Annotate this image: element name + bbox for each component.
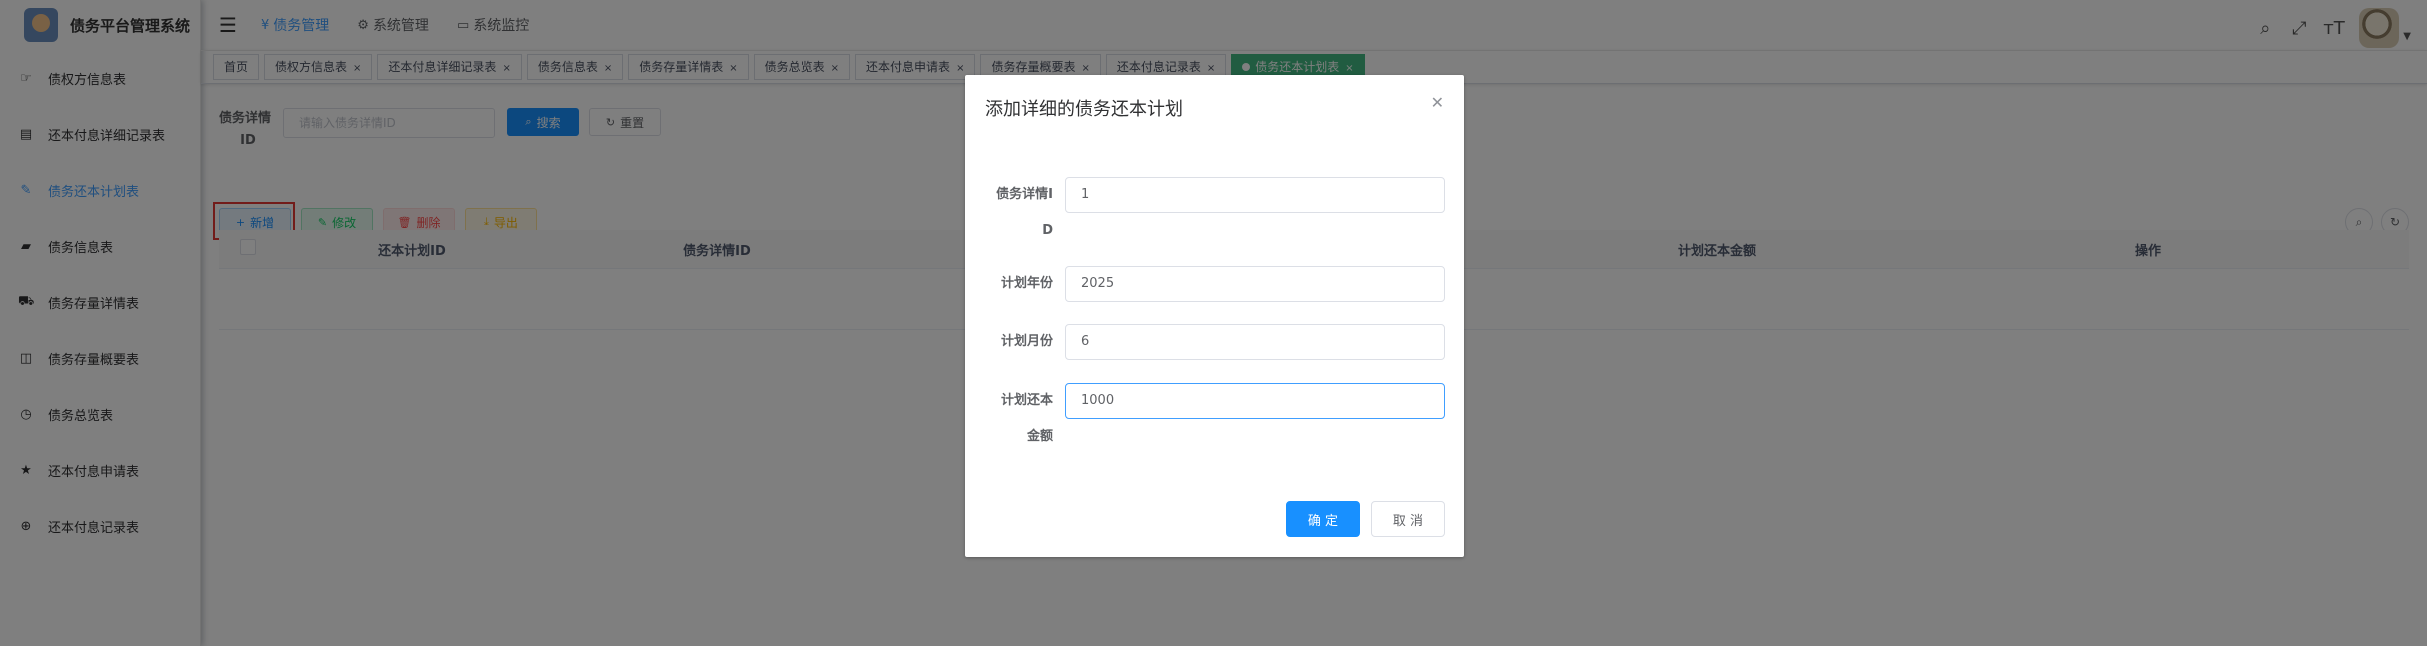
- form-row: 债务详情I D 1: [965, 177, 1445, 249]
- add-plan-dialog: 添加详细的债务还本计划 ✕ 债务详情I D 1 计划年份 2025 计划月份 6 计划还本 金额…: [965, 75, 1464, 557]
- close-icon[interactable]: ✕: [1431, 93, 1444, 112]
- form-label-line1: 债务详情I: [996, 187, 1053, 202]
- form-label-line1: 计划年份: [1000, 276, 1053, 291]
- form-label: 计划年份: [965, 266, 1053, 302]
- dialog-title: 添加详细的债务还本计划: [985, 99, 1183, 120]
- form-label: 计划还本金额: [965, 383, 1053, 455]
- form-field-input[interactable]: 6: [1065, 324, 1445, 360]
- form-field-input[interactable]: 1000: [1065, 383, 1445, 419]
- form-field-input[interactable]: 2025: [1065, 266, 1445, 302]
- confirm-button[interactable]: 确 定: [1286, 501, 1360, 537]
- form-label-line1: 计划月份: [1000, 334, 1053, 349]
- cancel-button[interactable]: 取 消: [1371, 501, 1445, 537]
- form-label-line1: 计划还本: [1000, 393, 1053, 408]
- form-row: 计划还本金额 1000: [965, 383, 1445, 455]
- form-label-line2: D: [1042, 223, 1053, 238]
- form-label-line2: 金额: [1026, 429, 1053, 444]
- form-label: 计划月份: [965, 324, 1053, 360]
- form-label: 债务详情I D: [965, 177, 1053, 249]
- form-field-input[interactable]: 1: [1065, 177, 1445, 213]
- form-row: 计划年份 2025: [965, 266, 1445, 302]
- form-row: 计划月份 6: [965, 324, 1445, 360]
